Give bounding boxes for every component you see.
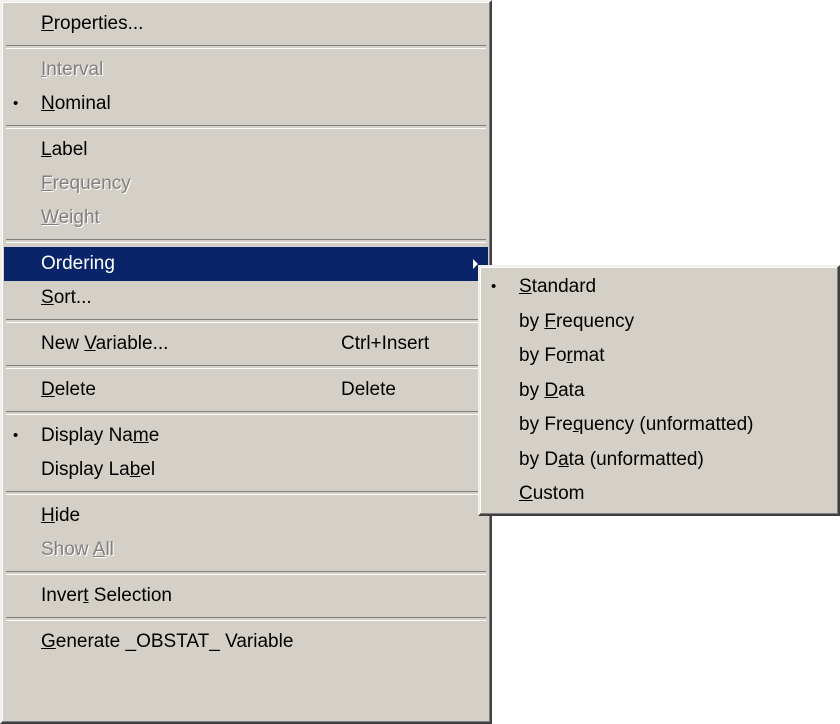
menu-item-new-variable[interactable]: New Variable... Ctrl+Insert — [4, 327, 488, 361]
context-menu: Properties... Interval • Nominal Label F… — [0, 0, 492, 724]
menu-item-hide[interactable]: Hide — [4, 499, 488, 533]
menu-item-show-all: Show All — [4, 533, 488, 567]
radio-bullet-icon: • — [13, 95, 19, 112]
menu-separator — [6, 411, 486, 415]
menu-item-label: Weight — [41, 207, 100, 228]
menu-item-label: by Frequency (unformatted) — [519, 414, 754, 435]
menu-item-label: by Data — [519, 379, 585, 401]
menu-item-ordering[interactable]: Ordering — [4, 247, 488, 281]
menu-item-label: by Data (unformatted) — [519, 448, 704, 470]
menu-item-label: Delete — [41, 379, 96, 400]
menu-separator — [6, 45, 486, 49]
submenu-item-by-data[interactable]: by Data — [482, 374, 836, 409]
submenu-item-by-data-unformatted[interactable]: by Data (unformatted) — [482, 443, 836, 478]
menu-item-label: by Frequency — [519, 310, 635, 332]
menu-item-label-role[interactable]: Label — [4, 133, 488, 167]
submenu-item-standard[interactable]: • Standard — [482, 270, 836, 305]
menu-item-label: Standard — [519, 276, 597, 297]
menu-item-label: Invert Selection — [41, 585, 172, 606]
menu-item-label: Generate _OBSTAT_ Variable — [41, 631, 294, 652]
menu-item-display-label[interactable]: Display Label — [4, 453, 488, 487]
menu-item-label: by Format — [519, 345, 605, 366]
submenu-item-custom[interactable]: Custom — [482, 477, 836, 512]
menu-item-shortcut: Ctrl+Insert — [341, 333, 430, 354]
menu-separator — [6, 239, 486, 243]
menu-item-invert-selection[interactable]: Invert Selection — [4, 579, 488, 613]
menu-item-generate-obstat[interactable]: Generate _OBSTAT_ Variable — [4, 625, 488, 659]
menu-item-label: Properties... — [41, 13, 144, 34]
menu-item-frequency: Frequency — [4, 167, 488, 201]
menu-item-shortcut: Delete — [341, 379, 396, 400]
menu-item-label: Display Label — [41, 459, 156, 480]
radio-bullet-icon: • — [491, 278, 497, 295]
menu-item-display-name[interactable]: • Display Name — [4, 419, 488, 453]
submenu-item-by-frequency-unformatted[interactable]: by Frequency (unformatted) — [482, 408, 836, 443]
menu-item-label: Show All — [41, 539, 114, 560]
menu-item-label: Hide — [41, 505, 81, 526]
menu-item-label: Custom — [519, 483, 585, 504]
menu-separator — [6, 571, 486, 575]
menu-item-interval: Interval — [4, 53, 488, 87]
menu-separator — [6, 319, 486, 323]
menu-item-sort[interactable]: Sort... — [4, 281, 488, 315]
radio-bullet-icon: • — [13, 427, 19, 444]
submenu-item-by-format[interactable]: by Format — [482, 339, 836, 374]
menu-item-weight: Weight — [4, 201, 488, 235]
menu-separator — [6, 491, 486, 495]
menu-item-properties[interactable]: Properties... — [4, 7, 488, 41]
ordering-submenu: • Standard by Frequency by Format by Dat… — [478, 265, 840, 516]
menu-separator — [6, 617, 486, 621]
menu-item-label: New Variable... — [41, 333, 169, 354]
menu-item-label: Display Name — [41, 425, 160, 446]
menu-item-label: Nominal — [41, 93, 111, 114]
submenu-item-by-frequency[interactable]: by Frequency — [482, 305, 836, 340]
menu-item-delete[interactable]: Delete Delete — [4, 373, 488, 407]
menu-item-label: Label — [41, 139, 88, 160]
menu-item-nominal[interactable]: • Nominal — [4, 87, 488, 121]
menu-item-label: Ordering — [41, 253, 115, 274]
menu-item-label: Interval — [41, 59, 104, 80]
menu-item-label: Sort... — [41, 287, 92, 308]
menu-separator — [6, 365, 486, 369]
menu-separator — [6, 125, 486, 129]
menu-item-label: Frequency — [41, 173, 131, 194]
